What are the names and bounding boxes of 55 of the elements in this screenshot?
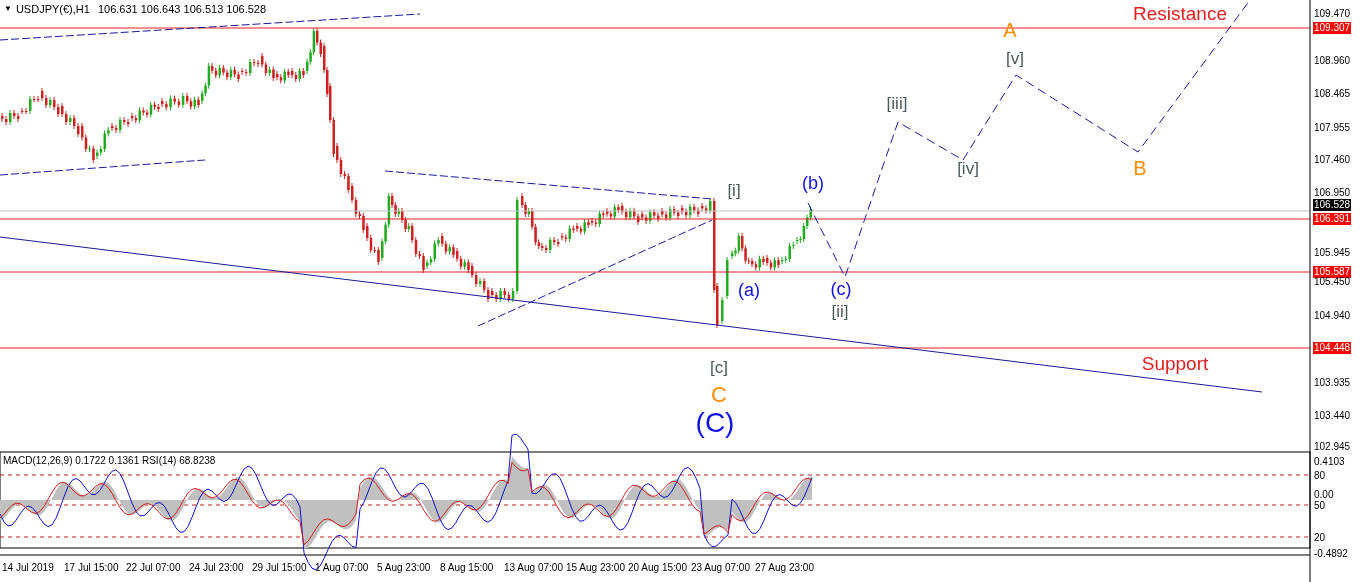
time-axis-label: 29 Jul 15:00 <box>252 562 307 574</box>
time-axis-label: 15 Aug 23:00 <box>566 562 625 574</box>
time-axis-label: 23 Aug 07:00 <box>691 562 750 574</box>
wave-label: (C) <box>695 409 735 437</box>
wave-label: A <box>1003 20 1017 40</box>
price-axis-label: 104.940 <box>1313 310 1352 322</box>
indicator-axis-label: 0.4103 <box>1314 455 1345 467</box>
wave-label: [c] <box>710 358 728 376</box>
zone-label: Resistance <box>1133 3 1227 23</box>
time-axis-label: 24 Jul 23:00 <box>189 562 244 574</box>
wave-label: [v] <box>1006 49 1024 67</box>
price-axis-label: 105.945 <box>1313 247 1352 259</box>
price-axis-label: 104.448 <box>1313 342 1352 354</box>
quote-values: 106.631 106.643 106.513 106.528 <box>97 2 267 17</box>
indicator-axis-label: -0.4892 <box>1314 547 1348 559</box>
wave-label: [iv] <box>957 159 979 177</box>
wave-label: [iii] <box>886 94 908 112</box>
price-axis-label: 103.935 <box>1313 377 1352 389</box>
wave-label: (c) <box>830 280 852 298</box>
dropdown-caret-icon[interactable]: ▼ <box>4 3 12 16</box>
time-axis-label: 17 Jul 15:00 <box>64 562 119 574</box>
price-axis-label: 103.440 <box>1313 410 1352 422</box>
wave-label: B <box>1133 158 1147 178</box>
time-axis-label: 5 Aug 23:00 <box>377 562 431 574</box>
symbol-label: USDJPY(€),H1 <box>15 2 90 17</box>
price-axis-label: 109.470 <box>1313 8 1352 20</box>
price-axis-label: 106.950 <box>1313 187 1352 199</box>
price-axis-label: 105.587 <box>1313 266 1352 278</box>
wave-label: [ii] <box>831 302 849 320</box>
time-axis-label: 13 Aug 07:00 <box>504 562 563 574</box>
zone-label: Support <box>1141 353 1209 373</box>
time-axis-label: 20 Aug 15:00 <box>628 562 687 574</box>
time-axis-label: 1 Aug 07:00 <box>315 562 369 574</box>
price-axis-label: 108.465 <box>1313 88 1352 100</box>
time-axis-label: 14 Jul 2019 <box>2 562 54 574</box>
wave-label: (a) <box>738 281 760 299</box>
price-axis-label: 107.955 <box>1313 122 1352 134</box>
indicator-title: MACD(12,26,9) 0.1722 0.1361 RSI(14) 68.8238 <box>3 455 216 467</box>
time-axis-label: 27 Aug 23:00 <box>755 562 814 574</box>
price-axis-label: 105.450 <box>1313 276 1352 288</box>
time-axis-label: 8 Aug 15:00 <box>440 562 494 574</box>
wave-label: C <box>711 384 727 406</box>
indicator-axis-label: 20 <box>1314 531 1326 543</box>
price-axis-label: 109.307 <box>1313 22 1352 34</box>
price-axis-label: 108.960 <box>1313 55 1352 67</box>
indicator-axis-label: 0.00 <box>1314 488 1334 500</box>
price-axis-label: 106.528 <box>1313 199 1352 211</box>
wave-label: (b) <box>802 174 824 192</box>
price-axis-label: 107.460 <box>1313 154 1352 166</box>
price-axis-label: 102.945 <box>1313 441 1352 453</box>
wave-label: [i] <box>727 181 741 199</box>
indicator-axis-label: 50 <box>1314 499 1326 511</box>
indicator-axis-label: 80 <box>1314 469 1326 481</box>
price-axis-label: 106.391 <box>1313 213 1352 225</box>
time-axis-label: 22 Jul 07:00 <box>126 562 181 574</box>
